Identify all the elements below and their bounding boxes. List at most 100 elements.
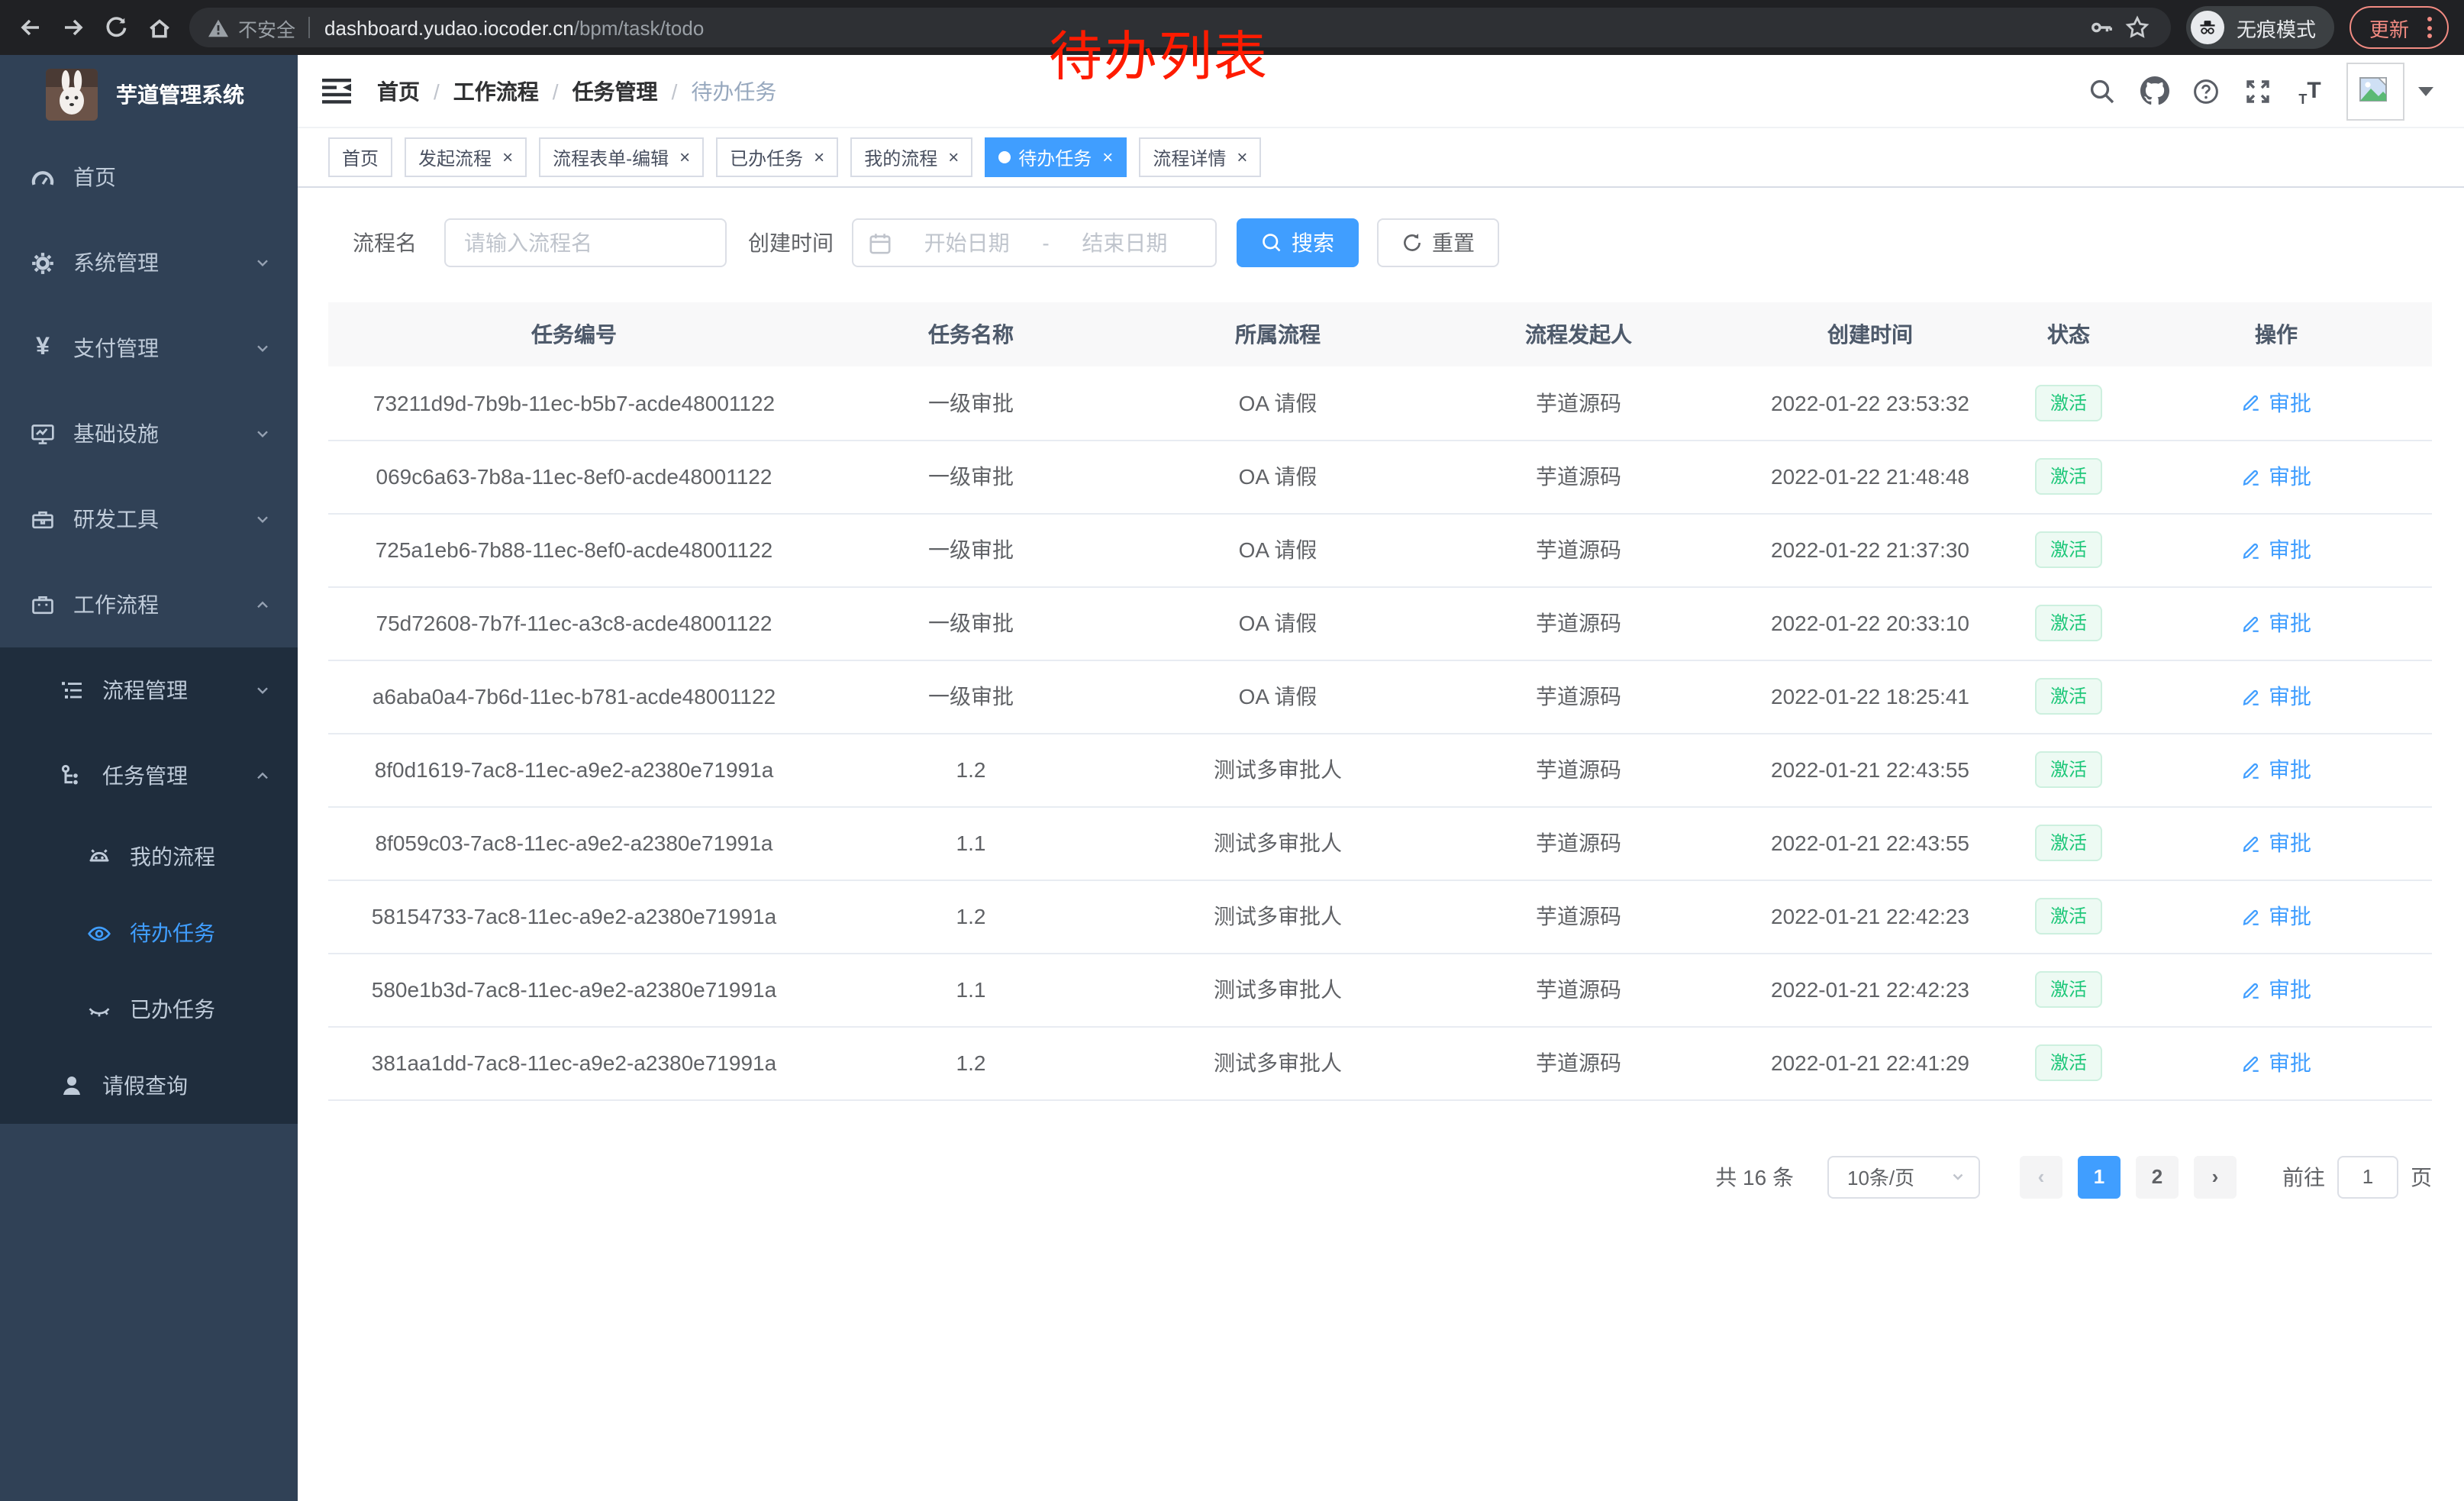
close-icon[interactable]: × xyxy=(502,148,513,166)
sidebar-item-process-mgmt[interactable]: 流程管理 xyxy=(0,647,298,733)
task-id-cell: 381aa1dd-7ac8-11ec-a9e2-a2380e71991a xyxy=(328,1026,820,1099)
tree-list-icon xyxy=(60,678,84,702)
user-avatar[interactable] xyxy=(2346,62,2404,120)
initiator-cell: 芋道源码 xyxy=(1434,586,1724,660)
github-icon[interactable] xyxy=(2139,76,2169,106)
close-icon[interactable]: × xyxy=(1237,148,1247,166)
briefcase-icon xyxy=(31,592,55,617)
workflow-submenu: 流程管理 任务管理 我的流程 待办任务 已办 xyxy=(0,647,298,1124)
forward-icon[interactable] xyxy=(52,6,95,49)
prev-page-button[interactable]: ‹ xyxy=(2020,1155,2062,1198)
approve-link[interactable]: 审批 xyxy=(2241,681,2311,712)
avatar-dropdown-caret[interactable] xyxy=(2418,86,2433,95)
close-icon[interactable]: × xyxy=(1102,148,1113,166)
sidebar-item-done-tasks[interactable]: 已办任务 xyxy=(0,971,298,1047)
page-button-2[interactable]: 2 xyxy=(2136,1155,2179,1198)
reload-icon[interactable] xyxy=(95,6,137,49)
not-secure-warning-icon xyxy=(208,18,229,37)
tab-start-process[interactable]: 发起流程× xyxy=(405,137,527,177)
font-size-icon[interactable]: TT xyxy=(2295,76,2325,106)
task-id-cell: 73211d9d-7b9b-11ec-b5b7-acde48001122 xyxy=(328,366,820,440)
task-name-cell: 1.2 xyxy=(820,733,1122,806)
address-bar[interactable]: 不安全 dashboard.yudao.iocoder.cn/bpm/task/… xyxy=(189,8,2171,47)
created-cell: 2022-01-22 18:25:41 xyxy=(1724,660,2017,733)
initiator-cell: 芋道源码 xyxy=(1434,953,1724,1026)
initiator-cell: 芋道源码 xyxy=(1434,880,1724,953)
breadcrumb-workflow[interactable]: 工作流程 xyxy=(453,76,539,106)
fullscreen-icon[interactable] xyxy=(2243,76,2273,106)
approve-link[interactable]: 审批 xyxy=(2241,901,2311,931)
initiator-cell: 芋道源码 xyxy=(1434,733,1724,806)
sidebar-item-my-process[interactable]: 我的流程 xyxy=(0,818,298,895)
sidebar-collapse-icon[interactable] xyxy=(322,77,353,105)
sidebar-logo[interactable]: 芋道管理系统 xyxy=(0,55,298,134)
password-key-icon[interactable] xyxy=(2085,6,2119,49)
active-dot xyxy=(998,151,1011,163)
sidebar-item-payment[interactable]: ¥ 支付管理 xyxy=(0,305,298,391)
process-name-input[interactable] xyxy=(444,218,727,267)
close-icon[interactable]: × xyxy=(679,148,690,166)
tab-process-detail[interactable]: 流程详情× xyxy=(1139,137,1261,177)
bookmark-star-icon[interactable] xyxy=(2119,6,2156,49)
dashboard-icon xyxy=(31,165,55,189)
close-icon[interactable]: × xyxy=(948,148,959,166)
sidebar-item-leave-query[interactable]: 请假查询 xyxy=(0,1047,298,1124)
browser-menu-icon[interactable] xyxy=(2424,17,2435,38)
chevron-down-icon xyxy=(253,510,272,528)
approve-link[interactable]: 审批 xyxy=(2241,534,2311,565)
initiator-cell: 芋道源码 xyxy=(1434,660,1724,733)
task-name-cell: 1.1 xyxy=(820,953,1122,1026)
help-icon[interactable] xyxy=(2191,76,2221,106)
search-button[interactable]: 搜索 xyxy=(1237,218,1359,267)
search-icon[interactable] xyxy=(2087,76,2117,106)
task-name-cell: 一级审批 xyxy=(820,586,1122,660)
status-cell: 激活 xyxy=(2017,440,2121,513)
status-cell: 激活 xyxy=(2017,1026,2121,1099)
tab-todo-tasks[interactable]: 待办任务× xyxy=(985,137,1127,177)
process-cell: OA 请假 xyxy=(1122,660,1434,733)
update-label[interactable]: 更新 xyxy=(2369,13,2409,42)
reset-button[interactable]: 重置 xyxy=(1377,218,1499,267)
approve-link[interactable]: 审批 xyxy=(2241,1047,2311,1078)
browser-update-button[interactable]: 更新 xyxy=(2350,6,2449,49)
approve-link[interactable]: 审批 xyxy=(2241,974,2311,1005)
table-row: 580e1b3d-7ac8-11ec-a9e2-a2380e71991a1.1测… xyxy=(328,953,2432,1026)
page-size-select[interactable]: 10条/页 xyxy=(1827,1155,1980,1198)
breadcrumb-task-mgmt[interactable]: 任务管理 xyxy=(572,76,658,106)
approve-link[interactable]: 审批 xyxy=(2241,828,2311,858)
tab-form-edit[interactable]: 流程表单-编辑× xyxy=(539,137,704,177)
date-range-picker[interactable]: 开始日期 - 结束日期 xyxy=(852,218,1217,267)
pencil-icon xyxy=(2241,686,2261,706)
tab-home[interactable]: 首页 xyxy=(328,137,392,177)
next-page-button[interactable]: › xyxy=(2194,1155,2237,1198)
approve-link[interactable]: 审批 xyxy=(2241,461,2311,492)
sidebar-item-infra[interactable]: 基础设施 xyxy=(0,391,298,476)
sidebar-item-system[interactable]: 系统管理 xyxy=(0,220,298,305)
page-button-1[interactable]: 1 xyxy=(2078,1155,2121,1198)
breadcrumb-home[interactable]: 首页 xyxy=(377,76,420,106)
created-cell: 2022-01-21 22:42:23 xyxy=(1724,880,2017,953)
sidebar-item-task-mgmt[interactable]: 任务管理 xyxy=(0,733,298,818)
close-icon[interactable]: × xyxy=(814,148,824,166)
process-cell: OA 请假 xyxy=(1122,366,1434,440)
home-icon[interactable] xyxy=(137,6,180,49)
process-cell: OA 请假 xyxy=(1122,513,1434,586)
page-url[interactable]: dashboard.yudao.iocoder.cn/bpm/task/todo xyxy=(324,16,704,39)
table-row: 73211d9d-7b9b-11ec-b5b7-acde48001122一级审批… xyxy=(328,366,2432,440)
pencil-icon xyxy=(2241,540,2261,560)
back-icon[interactable] xyxy=(9,6,52,49)
approve-link[interactable]: 审批 xyxy=(2241,754,2311,785)
security-label[interactable]: 不安全 xyxy=(238,13,295,42)
tab-my-process[interactable]: 我的流程× xyxy=(850,137,972,177)
approve-link[interactable]: 审批 xyxy=(2241,608,2311,638)
task-name-cell: 1.2 xyxy=(820,880,1122,953)
range-separator: - xyxy=(1042,231,1049,255)
goto-page-input[interactable] xyxy=(2337,1155,2398,1198)
sidebar-item-todo-tasks[interactable]: 待办任务 xyxy=(0,895,298,971)
created-cell: 2022-01-21 22:43:55 xyxy=(1724,733,2017,806)
sidebar-item-home[interactable]: 首页 xyxy=(0,134,298,220)
tab-done-tasks[interactable]: 已办任务× xyxy=(716,137,838,177)
approve-link[interactable]: 审批 xyxy=(2241,388,2311,418)
sidebar-item-devtools[interactable]: 研发工具 xyxy=(0,476,298,562)
sidebar-item-workflow[interactable]: 工作流程 xyxy=(0,562,298,647)
